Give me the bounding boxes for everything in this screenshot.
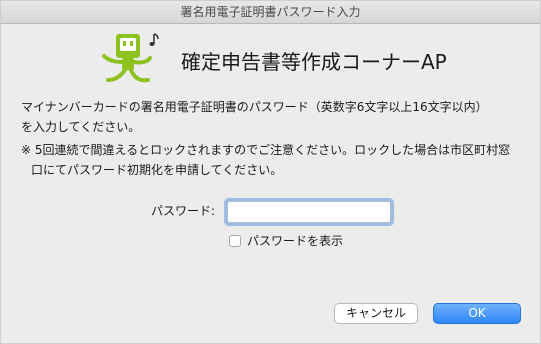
lock-warning-note: ※ 5回連続で間違えるとロックされますのでご注意ください。ロックした場合は市区町…: [21, 140, 526, 180]
mascot-logo-icon: [96, 30, 164, 88]
window-title: 署名用電子証明書パスワード入力: [1, 1, 540, 24]
dialog-window: 署名用電子証明書パスワード入力 確定申告書等作成コーナーAP マイナンバーカード…: [0, 0, 541, 344]
show-password-checkbox[interactable]: [229, 234, 241, 247]
app-title: 確定申告書等作成コーナーAP: [181, 50, 447, 74]
show-password-toggle[interactable]: パスワードを表示: [229, 232, 343, 249]
note-line-1: ※ 5回連続で間違えるとロックされますのでご注意ください。ロックした場合は市区町…: [21, 143, 511, 157]
instruction-line-1: マイナンバーカードの署名用電子証明書のパスワード（英数字6文字以上16文字以内）: [21, 100, 488, 114]
password-label: パスワード:: [151, 204, 216, 218]
instruction-message: マイナンバーカードの署名用電子証明書のパスワード（英数字6文字以上16文字以内）…: [21, 97, 526, 137]
note-line-2: 口にてパスワード初期化を申請してください。: [31, 163, 283, 177]
ok-button[interactable]: OK: [433, 303, 521, 324]
password-input[interactable]: [227, 201, 391, 223]
cancel-button[interactable]: キャンセル: [334, 303, 418, 324]
instruction-line-2: を入力してください。: [21, 120, 141, 134]
show-password-label: パスワードを表示: [247, 234, 344, 248]
